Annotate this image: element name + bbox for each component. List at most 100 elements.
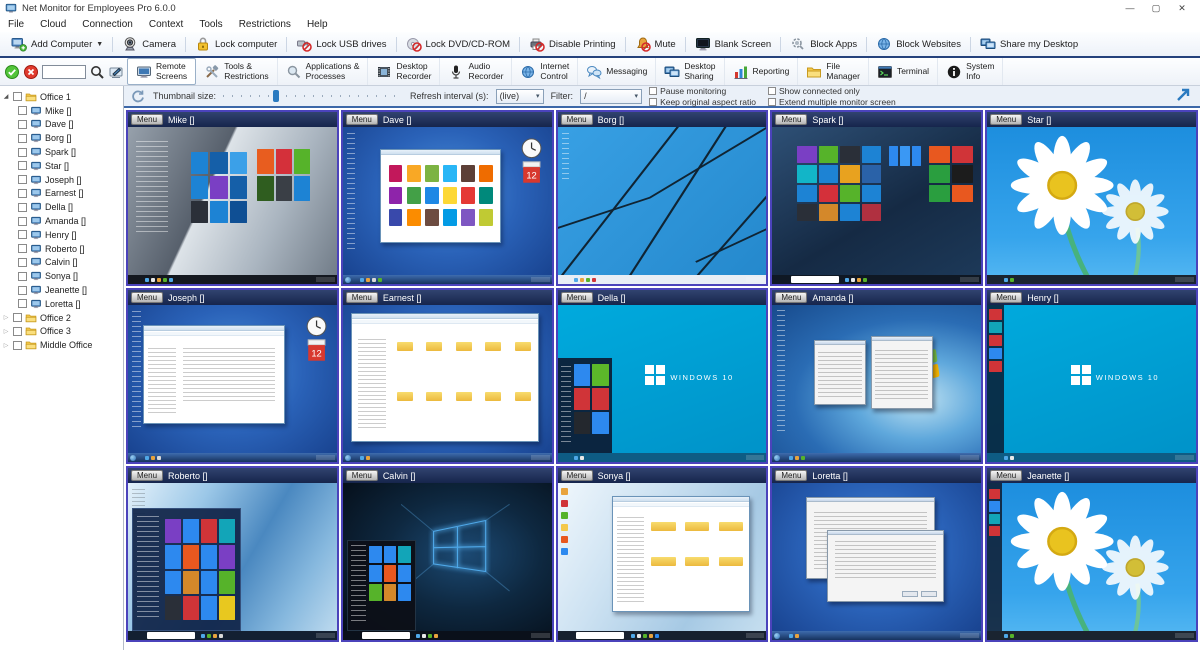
checkbox[interactable] xyxy=(13,92,22,101)
remote-screen-thumbnail[interactable] xyxy=(772,127,981,284)
checkbox[interactable] xyxy=(18,230,27,239)
disconnect-icon[interactable] xyxy=(23,64,39,80)
checkbox[interactable] xyxy=(13,313,22,322)
action-add-computer[interactable]: Add Computer▼ xyxy=(4,34,110,54)
remote-screen-thumbnail[interactable]: WINDOWS 10 xyxy=(987,305,1196,462)
checkbox[interactable] xyxy=(18,134,27,143)
checkbox[interactable] xyxy=(13,327,22,336)
thumbnail-menu-button[interactable]: Menu xyxy=(775,114,807,125)
remote-screen-thumbnail[interactable] xyxy=(772,305,981,462)
tree-group-office-2[interactable]: ▷Office 2 xyxy=(2,311,123,325)
remote-screen-thumbnail[interactable]: 12 xyxy=(343,127,552,284)
menu-help[interactable]: Help xyxy=(299,19,336,30)
remote-screen-thumbnail[interactable] xyxy=(558,127,767,284)
remote-screen-thumbnail[interactable] xyxy=(772,483,981,640)
thumbnail-menu-button[interactable]: Menu xyxy=(131,114,163,125)
remote-screen-thumbnail[interactable]: WINDOWS 10 xyxy=(558,305,767,462)
thumbnail-menu-button[interactable]: Menu xyxy=(561,114,593,125)
tree-computer-della[interactable]: Della [] xyxy=(2,200,123,214)
tree-computer-sonya[interactable]: Sonya [] xyxy=(2,269,123,283)
action-share-my-desktop[interactable]: Share my Desktop xyxy=(973,34,1085,54)
menu-cloud[interactable]: Cloud xyxy=(32,19,74,30)
checkbox[interactable] xyxy=(649,87,657,95)
checkbox[interactable] xyxy=(768,87,776,95)
checkbox[interactable] xyxy=(18,175,27,184)
checkbox[interactable] xyxy=(18,148,27,157)
tree-group-office-3[interactable]: ▷Office 3 xyxy=(2,325,123,339)
option-extend-multiple-monitor-screen[interactable]: Extend multiple monitor screen xyxy=(768,97,896,107)
action-blank-screen[interactable]: Blank Screen xyxy=(688,34,779,54)
tree-computer-henry[interactable]: Henry [] xyxy=(2,228,123,242)
monitor-edit-icon[interactable] xyxy=(108,64,124,80)
remote-screen-thumbnail[interactable] xyxy=(343,305,552,462)
tree-computer-joseph[interactable]: Joseph [] xyxy=(2,173,123,187)
menu-connection[interactable]: Connection xyxy=(74,19,141,30)
tree-computer-amanda[interactable]: Amanda [] xyxy=(2,214,123,228)
tree-computer-jeanette[interactable]: Jeanette [] xyxy=(2,283,123,297)
thumbnail-menu-button[interactable]: Menu xyxy=(990,292,1022,303)
tree-computer-mike[interactable]: Mike [] xyxy=(2,104,123,118)
tab-reporting[interactable]: Reporting xyxy=(725,58,799,85)
tree-computer-borg[interactable]: Borg [] xyxy=(2,131,123,145)
expand-toggle-icon[interactable]: ▷ xyxy=(2,314,10,321)
thumbnail-menu-button[interactable]: Menu xyxy=(346,114,378,125)
thumbnail-menu-button[interactable]: Menu xyxy=(775,470,807,481)
tree-computer-calvin[interactable]: Calvin [] xyxy=(2,256,123,270)
tree-computer-spark[interactable]: Spark [] xyxy=(2,145,123,159)
thumbnail-menu-button[interactable]: Menu xyxy=(131,292,163,303)
action-lock-computer[interactable]: Lock computer xyxy=(188,34,284,54)
action-lock-dvd-cd-rom[interactable]: Lock DVD/CD-ROM xyxy=(399,34,517,54)
tree-group-office-1[interactable]: ◢Office 1 xyxy=(2,90,123,104)
tab-desktop-recorder[interactable]: DesktopRecorder xyxy=(368,58,440,85)
action-camera[interactable]: Camera xyxy=(115,34,183,54)
menu-restrictions[interactable]: Restrictions xyxy=(231,19,299,30)
option-pause-monitoring[interactable]: Pause monitoring xyxy=(649,86,756,96)
tab-internet-control[interactable]: InternetControl xyxy=(512,58,578,85)
tab-audio-recorder[interactable]: AudioRecorder xyxy=(440,58,512,85)
search-input[interactable] xyxy=(42,65,86,79)
remote-screen-thumbnail[interactable] xyxy=(343,483,552,640)
remote-screen-thumbnail[interactable] xyxy=(987,127,1196,284)
tree-computer-dave[interactable]: Dave [] xyxy=(2,118,123,132)
remote-screen-thumbnail[interactable] xyxy=(128,127,337,284)
tree-group-middle-office[interactable]: ▷Middle Office xyxy=(2,338,123,352)
refresh-interval-select[interactable]: (live)▾ xyxy=(496,89,544,104)
checkbox[interactable] xyxy=(649,98,657,106)
thumbnail-menu-button[interactable]: Menu xyxy=(131,470,163,481)
checkbox[interactable] xyxy=(18,299,27,308)
tab-tools-restrictions[interactable]: Tools &Restrictions xyxy=(196,58,277,85)
expand-view-button[interactable] xyxy=(1172,87,1194,105)
checkbox[interactable] xyxy=(18,106,27,115)
thumbnail-menu-button[interactable]: Menu xyxy=(775,292,807,303)
option-show-connected-only[interactable]: Show connected only xyxy=(768,86,896,96)
thumbnail-menu-button[interactable]: Menu xyxy=(990,114,1022,125)
checkbox[interactable] xyxy=(13,341,22,350)
tree-computer-roberto[interactable]: Roberto [] xyxy=(2,242,123,256)
tab-system-info[interactable]: SystemInfo xyxy=(938,58,1003,85)
tab-desktop-sharing[interactable]: DesktopSharing xyxy=(656,58,724,85)
connect-icon[interactable] xyxy=(4,64,20,80)
remote-screen-thumbnail[interactable]: 12 xyxy=(128,305,337,462)
maximize-button[interactable]: ▢ xyxy=(1143,3,1169,14)
tree-computer-star[interactable]: Star [] xyxy=(2,159,123,173)
action-lock-usb-drives[interactable]: Lock USB drives xyxy=(289,34,393,54)
checkbox[interactable] xyxy=(18,189,27,198)
tab-terminal[interactable]: Terminal xyxy=(869,58,938,85)
remote-screen-thumbnail[interactable] xyxy=(558,483,767,640)
checkbox[interactable] xyxy=(18,217,27,226)
minimize-button[interactable]: — xyxy=(1117,3,1143,14)
tab-applications-processes[interactable]: Applications &Processes xyxy=(278,58,369,85)
menu-file[interactable]: File xyxy=(0,19,32,30)
checkbox[interactable] xyxy=(18,286,27,295)
menu-tools[interactable]: Tools xyxy=(191,19,230,30)
thumbnail-size-slider[interactable] xyxy=(223,90,403,102)
checkbox[interactable] xyxy=(18,258,27,267)
expand-toggle-icon[interactable]: ▷ xyxy=(2,342,10,349)
expand-toggle-icon[interactable]: ▷ xyxy=(2,328,10,335)
menu-context[interactable]: Context xyxy=(141,19,191,30)
close-button[interactable]: ✕ xyxy=(1169,3,1195,14)
tab-remote-screens[interactable]: RemoteScreens xyxy=(127,58,196,85)
thumbnail-menu-button[interactable]: Menu xyxy=(561,292,593,303)
thumbnail-menu-button[interactable]: Menu xyxy=(561,470,593,481)
filter-select[interactable]: /▾ xyxy=(580,89,642,104)
